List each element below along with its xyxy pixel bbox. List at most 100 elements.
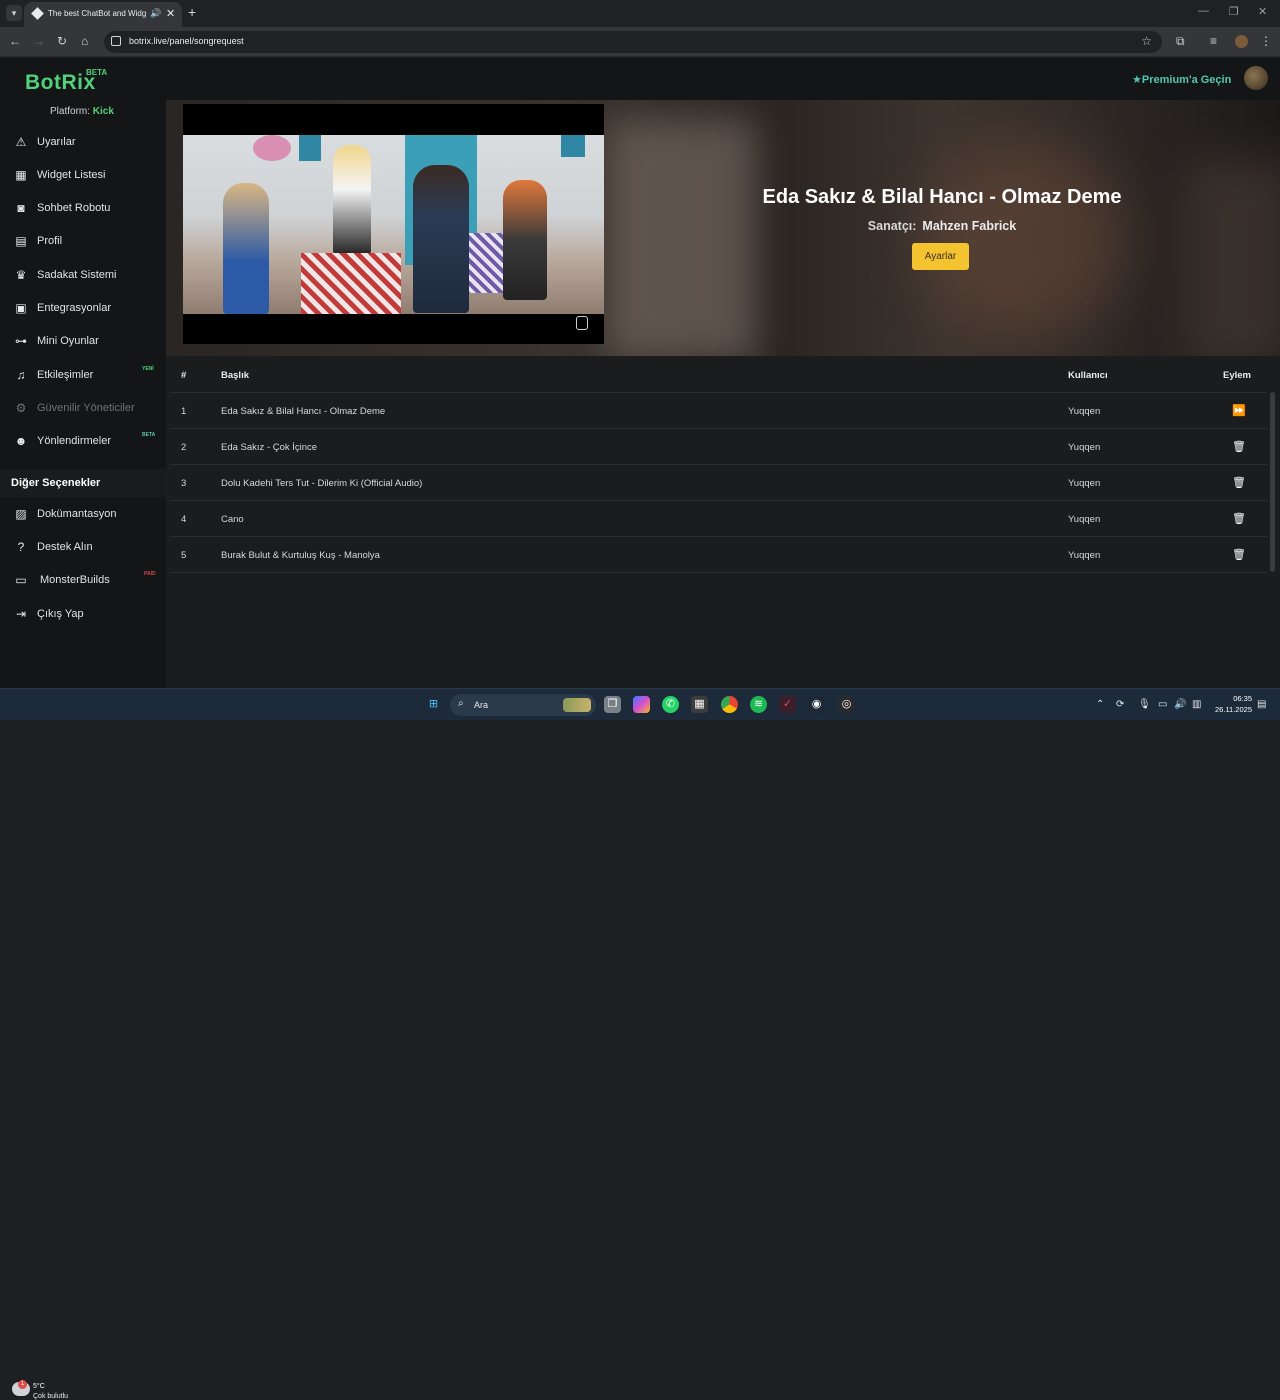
trash-icon[interactable]: 🗑 (1232, 512, 1246, 525)
back-icon[interactable]: ← (9, 34, 21, 48)
extensions-icon[interactable]: ⧉ (1176, 34, 1185, 49)
row-user: Yuqqen (1068, 478, 1101, 489)
platform-value: Kick (92, 106, 114, 117)
user-avatar[interactable] (1244, 66, 1268, 90)
sidebar-item-documentation[interactable]: ▨ Dokümantasyon (0, 497, 166, 530)
sidebar-item-chatbot[interactable]: ◙ Sohbet Robotu (0, 191, 166, 224)
sidebar-item-label: Yönlendirmeler (37, 435, 111, 447)
whatsapp-icon[interactable]: ✆ (662, 696, 679, 713)
sidebar-item-profile[interactable]: ▤ Profil (0, 224, 166, 257)
taskbar-search[interactable]: ⌕ Ara (450, 694, 596, 716)
reload-icon[interactable]: ↻ (57, 34, 67, 48)
sync-icon[interactable]: ⟳ (1116, 699, 1124, 710)
address-bar[interactable]: botrix.live/panel/songrequest ☆ (104, 31, 1162, 53)
gamepad-icon: ⊶ (15, 334, 27, 348)
media-controls-icon[interactable]: ≡ (1210, 34, 1217, 48)
volume-icon[interactable]: 🔊 (1174, 699, 1186, 710)
video-scene-window (561, 135, 585, 157)
premium-link[interactable]: ★Premium'a Geçin (1132, 73, 1231, 86)
settings-button[interactable]: Ayarlar (912, 243, 969, 270)
sidebar-item-label: Etkileşimler (37, 369, 94, 381)
artist-name: Mahzen Fabrick (922, 219, 1017, 233)
spotify-icon[interactable]: ≋ (750, 696, 767, 713)
site-info-icon[interactable] (111, 36, 121, 46)
microsoft-store-icon[interactable]: ▦ (691, 696, 708, 713)
table-row: 4 Cano Yuqqen 🗑 (170, 501, 1268, 537)
sidebar-item-label: Uyarılar (37, 136, 76, 148)
copilot-icon[interactable] (633, 696, 650, 713)
header-num: # (181, 370, 187, 381)
window-close-icon[interactable]: ✕ (1258, 5, 1267, 18)
header-user: Kullanıcı (1068, 370, 1108, 381)
sidebar-item-label: Dokümantasyon (37, 508, 117, 520)
chrome-icon[interactable] (721, 696, 738, 713)
network-icon[interactable]: ▭ (1158, 699, 1167, 710)
notification-bell-icon[interactable]: ▤ (1257, 699, 1266, 710)
row-num: 5 (181, 550, 187, 561)
tab-search-chevron-icon[interactable]: ▾ (6, 5, 22, 21)
header-title: Başlık (221, 370, 249, 381)
row-title: Burak Bulut & Kurtuluş Kuş - Manolya (221, 550, 380, 561)
scrollbar[interactable] (1270, 392, 1275, 572)
restore-icon[interactable]: ❐ (1229, 5, 1239, 18)
steam-icon[interactable]: ◉ (808, 696, 825, 713)
browser-tab[interactable]: The best ChatBot and Widg 🔊 ✕ (24, 2, 182, 27)
sidebar-item-redirects[interactable]: ☻ Yönlendirmeler BETA (0, 424, 166, 457)
trophy-icon: ♛ (15, 268, 27, 282)
browser-profile-avatar[interactable] (1235, 35, 1248, 48)
tab-close-icon[interactable]: ✕ (166, 7, 175, 20)
sidebar-item-interactions[interactable]: ♫ Etkileşimler YENİ (0, 358, 166, 391)
sidebar-item-alerts[interactable]: ⚠ Uyarılar (0, 125, 166, 158)
address-url[interactable]: botrix.live/panel/songrequest (129, 36, 244, 46)
sidebar-item-logout[interactable]: ⇥ Çıkış Yap (0, 597, 166, 630)
row-num: 2 (181, 442, 187, 453)
video-scene-person (333, 145, 371, 255)
app-icon[interactable]: ✓ (779, 696, 796, 713)
obs-icon[interactable]: ◎ (838, 696, 855, 713)
logout-icon: ⇥ (15, 607, 27, 621)
video-scene-person (413, 165, 469, 313)
clock[interactable]: 06:35 26.11.2025 (1212, 693, 1252, 715)
tray-chevron-up-icon[interactable]: ⌃ (1096, 699, 1104, 710)
task-view-icon[interactable]: ❐ (604, 696, 621, 713)
windows-start-icon[interactable]: ⊞ (425, 696, 442, 713)
row-title: Eda Sakız - Çok İçince (221, 442, 318, 453)
video-player[interactable] (183, 104, 604, 344)
sidebar-item-widgets[interactable]: ▦ Widget Listesi (0, 158, 166, 191)
trash-icon[interactable]: 🗑 (1232, 440, 1246, 453)
battery-icon[interactable]: ▥ (1192, 699, 1201, 710)
platform-label: Platform: (50, 106, 91, 117)
row-num: 1 (181, 406, 187, 417)
home-icon[interactable]: ⌂ (81, 34, 88, 48)
now-playing-artist: Sanatçı: Mahzen Fabrick (822, 219, 1062, 233)
forward-icon[interactable]: → (33, 34, 45, 48)
section-title: Diğer Seçenekler (0, 469, 166, 497)
users-cog-icon: ⚙ (15, 401, 27, 415)
sidebar-item-support[interactable]: ? Destek Alın (0, 530, 166, 563)
skip-forward-icon[interactable]: ⏩ (1232, 404, 1246, 417)
user-group-icon: ☻ (14, 434, 28, 448)
bookmark-star-icon[interactable]: ☆ (1141, 34, 1152, 48)
menu-kebab-icon[interactable]: ⋮ (1260, 34, 1272, 48)
row-title: Dolu Kadehi Ters Tut - Dilerim Ki (Offic… (221, 478, 423, 489)
question-circle-icon: ? (17, 540, 25, 554)
sidebar-item-trusted-moderators[interactable]: ⚙ Güvenilir Yöneticiler (0, 391, 166, 424)
sidebar-item-loyalty[interactable]: ♛ Sadakat Sistemi (0, 258, 166, 291)
hero-background (606, 120, 756, 356)
beta-badge: BETA (142, 432, 156, 438)
trash-icon[interactable]: 🗑 (1232, 548, 1246, 561)
table-row: 2 Eda Sakız - Çok İçince Yuqqen 🗑 (170, 429, 1268, 465)
speaker-icon[interactable]: 🔊 (150, 8, 161, 19)
sidebar-item-integrations[interactable]: ▣ Entegrasyonlar (0, 291, 166, 324)
artist-label: Sanatçı: (867, 219, 917, 233)
trash-icon[interactable]: 🗑 (1232, 476, 1246, 489)
microphone-icon[interactable]: 🎙 (1138, 699, 1151, 710)
minimize-icon[interactable]: — (1198, 5, 1209, 17)
sidebar: Platform: Kick ⚠ Uyarılar ▦ Widget Liste… (0, 100, 166, 688)
new-tab-icon[interactable]: + (188, 4, 196, 20)
platform-indicator: Platform: Kick (50, 106, 114, 117)
sidebar-item-minigames[interactable]: ⊶ Mini Oyunlar (0, 324, 166, 357)
clock-date: 26.11.2025 (1215, 705, 1252, 714)
sidebar-item-monsterbuilds[interactable]: ▭ MonsterBuilds PAID (0, 563, 166, 596)
robot-icon: ◙ (17, 201, 25, 215)
